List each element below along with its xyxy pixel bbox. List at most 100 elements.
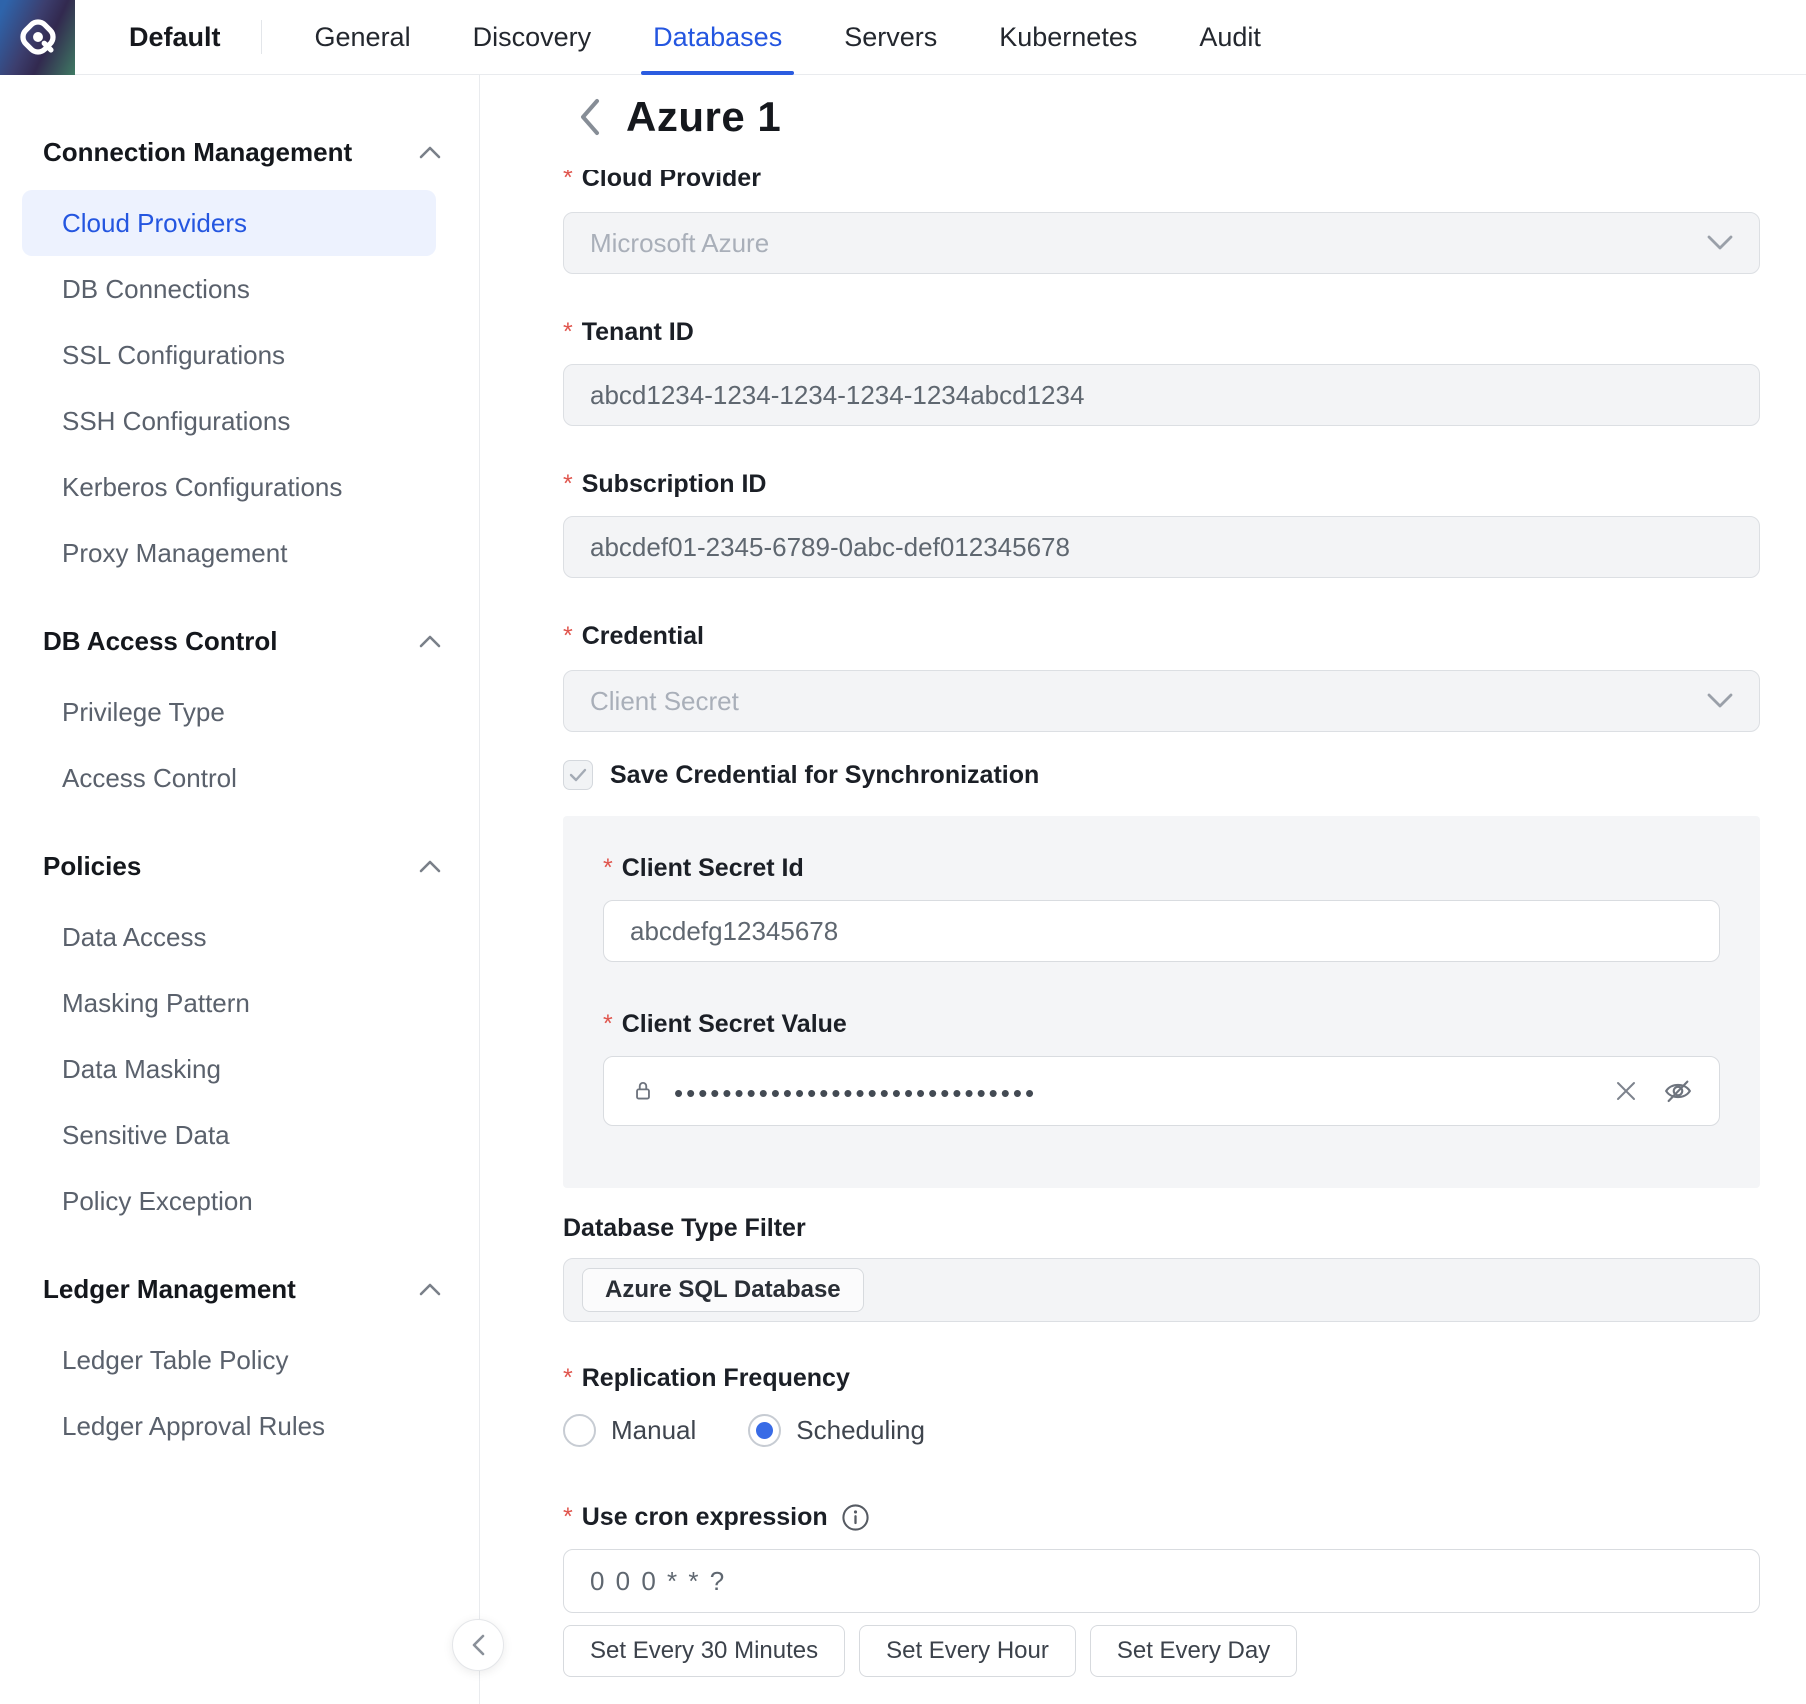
chevron-left-icon [471, 1634, 485, 1656]
sidebar-section-db-access-control[interactable]: DB Access Control [43, 626, 441, 657]
client-secret-panel: * Client Secret Id abcdefg12345678 * Cli… [563, 816, 1760, 1188]
sidebar-item-policy-exception[interactable]: Policy Exception [22, 1168, 436, 1234]
radio-option-manual[interactable]: Manual [563, 1414, 696, 1447]
required-asterisk: * [603, 1008, 613, 1040]
tab-databases[interactable]: Databases [653, 0, 782, 75]
required-asterisk: * [563, 620, 573, 652]
required-asterisk: * [563, 468, 573, 500]
section-title-label: Policies [43, 851, 141, 882]
cloud-provider-value: Microsoft Azure [590, 228, 769, 259]
required-asterisk: * [603, 852, 613, 884]
client-secret-id-label: * Client Secret Id [603, 852, 1720, 884]
required-asterisk: * [563, 316, 573, 348]
cloud-provider-select[interactable]: Microsoft Azure [563, 212, 1760, 274]
sidebar-section-ledger-management[interactable]: Ledger Management [43, 1274, 441, 1305]
save-credential-checkbox[interactable] [563, 760, 593, 790]
clear-input-button[interactable] [1615, 1080, 1637, 1102]
credential-label: * Credential [563, 620, 1760, 652]
tab-kubernetes[interactable]: Kubernetes [999, 0, 1137, 75]
masked-password-value: •••••••••••••••••••••••••••••• [674, 1078, 1037, 1109]
app-logo[interactable] [0, 0, 75, 75]
tab-servers[interactable]: Servers [844, 0, 937, 75]
database-type-filter-label: Database Type Filter [563, 1212, 1760, 1244]
close-icon [1615, 1080, 1637, 1102]
sidebar-item-ssh-configurations[interactable]: SSH Configurations [22, 388, 436, 454]
workspace-selector[interactable]: Default [129, 22, 221, 53]
topbar-divider [261, 20, 262, 54]
sidebar-item-access-control[interactable]: Access Control [22, 745, 436, 811]
topbar: Default General Discovery Databases Serv… [0, 0, 1806, 75]
replication-frequency-label: * Replication Frequency [563, 1362, 1760, 1394]
chevron-up-icon [419, 1283, 441, 1296]
sidebar-item-proxy-management[interactable]: Proxy Management [22, 520, 436, 586]
back-button[interactable] [578, 97, 602, 137]
sidebar-item-data-access[interactable]: Data Access [22, 904, 436, 970]
sidebar-item-privilege-type[interactable]: Privilege Type [22, 679, 436, 745]
sidebar-section-connection-management[interactable]: Connection Management [43, 137, 441, 168]
sidebar-section-policies[interactable]: Policies [43, 851, 441, 882]
subscription-id-field[interactable]: abcdef01-2345-6789-0abc-def012345678 [563, 516, 1760, 578]
radio-manual[interactable] [563, 1414, 596, 1447]
radio-scheduling[interactable] [748, 1414, 781, 1447]
sidebar-item-ledger-approval-rules[interactable]: Ledger Approval Rules [22, 1393, 436, 1459]
cron-preset-buttons: Set Every 30 Minutes Set Every Hour Set … [563, 1625, 1760, 1677]
chevron-up-icon [419, 860, 441, 873]
check-icon [569, 768, 587, 782]
radio-scheduling-label: Scheduling [796, 1415, 925, 1446]
page-title: Azure 1 [626, 93, 781, 141]
set-every-hour-button[interactable]: Set Every Hour [859, 1625, 1076, 1677]
save-credential-checkbox-row[interactable]: Save Credential for Synchronization [563, 760, 1760, 790]
sidebar-item-cloud-providers[interactable]: Cloud Providers [22, 190, 436, 256]
top-nav-tabs: General Discovery Databases Servers Kube… [315, 0, 1261, 75]
sidebar-item-masking-pattern[interactable]: Masking Pattern [22, 970, 436, 1036]
subscription-id-label: * Subscription ID [563, 468, 1760, 500]
client-secret-value-field[interactable]: •••••••••••••••••••••••••••••• [603, 1056, 1720, 1126]
save-credential-label: Save Credential for Synchronization [610, 761, 1039, 790]
main-content: Azure 1 * Cloud Provider Microsoft Azure… [480, 75, 1806, 1704]
sidebar-item-sensitive-data[interactable]: Sensitive Data [22, 1102, 436, 1168]
toggle-visibility-button[interactable] [1663, 1076, 1693, 1106]
chevron-down-icon [1707, 693, 1733, 709]
radio-option-scheduling[interactable]: Scheduling [748, 1414, 925, 1447]
database-type-filter-field[interactable]: Azure SQL Database [563, 1258, 1760, 1322]
required-asterisk: * [563, 1501, 573, 1533]
form-scroll-area: * Cloud Provider Microsoft Azure * Tenan… [480, 170, 1806, 1704]
set-every-day-button[interactable]: Set Every Day [1090, 1625, 1297, 1677]
sidebar: Connection Management Cloud Providers DB… [0, 75, 480, 1704]
required-asterisk: * [563, 1362, 573, 1394]
chevron-up-icon [419, 635, 441, 648]
tenant-id-label: * Tenant ID [563, 316, 1760, 348]
info-icon[interactable] [841, 1503, 870, 1532]
required-asterisk: * [563, 170, 573, 194]
sidebar-collapse-button[interactable] [452, 1619, 504, 1671]
logo-icon [15, 14, 61, 60]
section-title-label: DB Access Control [43, 626, 278, 657]
sidebar-item-ledger-table-policy[interactable]: Ledger Table Policy [22, 1327, 436, 1393]
client-secret-id-field[interactable]: abcdefg12345678 [603, 900, 1720, 962]
credential-select[interactable]: Client Secret [563, 670, 1760, 732]
sidebar-item-ssl-configurations[interactable]: SSL Configurations [22, 322, 436, 388]
replication-frequency-options: Manual Scheduling [563, 1414, 1760, 1447]
radio-manual-label: Manual [611, 1415, 696, 1446]
sidebar-item-data-masking[interactable]: Data Masking [22, 1036, 436, 1102]
chevron-up-icon [419, 146, 441, 159]
credential-value: Client Secret [590, 686, 739, 717]
sidebar-item-kerberos-configurations[interactable]: Kerberos Configurations [22, 454, 436, 520]
client-secret-id-value: abcdefg12345678 [630, 916, 838, 947]
set-every-30-minutes-button[interactable]: Set Every 30 Minutes [563, 1625, 845, 1677]
lock-icon [630, 1078, 656, 1104]
section-title-label: Connection Management [43, 137, 352, 168]
tab-general[interactable]: General [315, 0, 411, 75]
tenant-id-field[interactable]: abcd1234-1234-1234-1234-1234abcd1234 [563, 364, 1760, 426]
cloud-provider-label: * Cloud Provider [563, 170, 1760, 194]
cron-expression-label: * Use cron expression [563, 1501, 1760, 1533]
tab-discovery[interactable]: Discovery [473, 0, 592, 75]
cron-expression-input[interactable] [563, 1549, 1760, 1613]
chevron-down-icon [1707, 235, 1733, 251]
eye-invisible-icon [1663, 1076, 1693, 1106]
sidebar-item-db-connections[interactable]: DB Connections [22, 256, 436, 322]
client-secret-value-label: * Client Secret Value [603, 1008, 1720, 1040]
tab-audit[interactable]: Audit [1199, 0, 1261, 75]
database-type-tag[interactable]: Azure SQL Database [582, 1268, 864, 1312]
chevron-left-icon [578, 97, 602, 137]
